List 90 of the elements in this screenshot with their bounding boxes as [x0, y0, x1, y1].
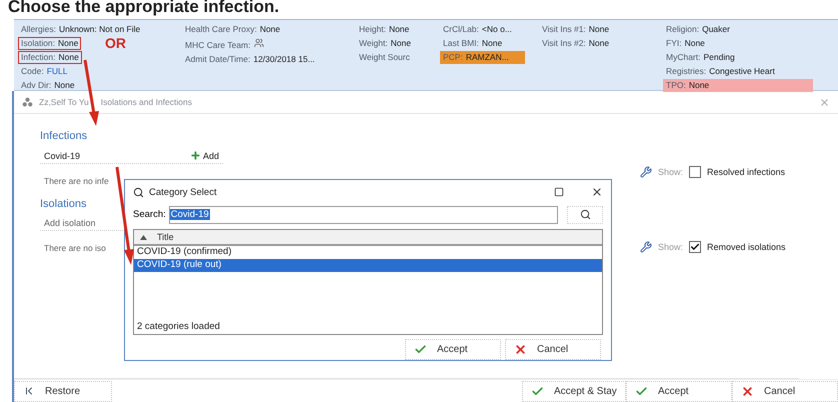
field-label: Admit Date/Time: — [185, 54, 250, 64]
input-field[interactable]: Add isolation — [44, 218, 144, 228]
section-heading: Infections — [40, 130, 88, 142]
field-label: FYI: — [666, 38, 682, 48]
field-value: RAMZAN... — [466, 52, 509, 62]
field-value: None — [588, 38, 610, 48]
field-label: MyChart: — [666, 52, 700, 62]
restore-button[interactable]: Restore — [14, 380, 112, 402]
field-label: CrCl/Lab: — [443, 24, 479, 34]
show-label: Show: — [658, 167, 684, 177]
close-button[interactable] — [591, 186, 603, 198]
checkbox[interactable] — [689, 241, 702, 253]
empty-message: There are no iso — [44, 243, 106, 253]
field-value: None — [58, 38, 78, 48]
field-label: Infection: — [21, 52, 56, 62]
field-label: Health Care Proxy: — [185, 24, 257, 34]
field-label: Registries: — [666, 66, 706, 76]
close-icon — [591, 186, 603, 198]
checkbox-label: Removed isolations — [707, 242, 786, 252]
field-value: 12/30/2018 15... — [253, 54, 315, 64]
field-value: None — [58, 52, 79, 62]
field-label: PCP: — [443, 52, 463, 62]
annotation-note: OR — [105, 35, 126, 51]
cross-icon — [514, 342, 527, 356]
field-label: TPO: — [666, 80, 686, 90]
footer-button[interactable]: Cancel — [732, 380, 838, 402]
dialog-title: Category Select — [149, 186, 217, 198]
caption: Choose the appropriate infection. — [7, 0, 280, 18]
field-value: None — [482, 38, 502, 48]
field-value: Unknown: Not on File — [58, 24, 140, 34]
field-value: None — [390, 38, 411, 48]
field-label: Isolation: — [21, 38, 56, 48]
plus-icon — [190, 150, 201, 161]
window-title: Zz,Self To Yu — [39, 97, 89, 107]
field-value: None — [684, 38, 705, 48]
field-value: <No o... — [482, 24, 512, 34]
column-header[interactable]: Title — [134, 230, 602, 246]
field-value: None — [54, 80, 75, 90]
column-title: Title — [157, 232, 174, 242]
list-row[interactable]: COVID-19 (rule out) — [134, 259, 602, 272]
search-icon — [133, 186, 144, 198]
field-value: Quaker — [702, 24, 730, 34]
field-label: Weight Sourc — [359, 52, 410, 62]
check-icon — [635, 384, 648, 398]
maximize-button[interactable] — [554, 187, 564, 198]
field-label: Visit Ins #2: — [542, 38, 586, 48]
field-value: None — [388, 24, 410, 34]
checkbox[interactable] — [689, 166, 702, 178]
field-value: Congestive Heart — [709, 66, 775, 76]
dialog-button[interactable]: Accept — [405, 338, 501, 360]
status-text: 2 categories loaded — [136, 320, 221, 334]
wrench-icon[interactable] — [640, 241, 652, 253]
wrench-icon[interactable] — [640, 166, 652, 178]
show-label: Show: — [658, 242, 684, 252]
field-value: None — [260, 24, 280, 34]
field-value: FULL — [46, 66, 68, 76]
input-field[interactable]: Covid-19 — [44, 150, 144, 160]
dialog-button[interactable]: Cancel — [505, 338, 601, 360]
check-icon — [690, 242, 700, 252]
field-label: Height: — [359, 24, 386, 34]
cross-icon — [741, 384, 754, 398]
check-icon — [414, 342, 427, 356]
team-icon — [254, 38, 264, 48]
search-icon — [580, 209, 590, 220]
search-button[interactable] — [567, 206, 603, 224]
field-value: Pending — [703, 52, 735, 62]
field-label: MHC Care Team: — [185, 40, 250, 50]
field-label: Adv Dir: — [21, 80, 52, 90]
field-value: None — [588, 24, 610, 34]
maximize-icon — [554, 187, 564, 198]
search-field[interactable]: Covid-19 — [168, 206, 558, 224]
field-label: Code: — [21, 66, 44, 76]
field-value: None — [688, 80, 710, 90]
empty-message: There are no infe — [44, 176, 109, 186]
field-label: Weight: — [359, 38, 388, 48]
field-label: Allergies: — [21, 24, 56, 34]
search-label: Search: — [133, 209, 166, 220]
add-button[interactable]: Add — [190, 150, 219, 161]
section-heading: Isolations — [40, 198, 88, 210]
field-label: Last BMI: — [443, 38, 479, 48]
sort-up-icon — [140, 234, 147, 240]
check-icon — [531, 384, 544, 398]
window-title: Isolations and Infections — [100, 97, 192, 107]
field-label: Visit Ins #1: — [542, 24, 586, 34]
checkbox-label: Resolved infections — [707, 167, 786, 177]
skip-back-icon — [23, 385, 35, 397]
field-label: Religion: — [666, 24, 700, 34]
footer-button[interactable]: Accept — [626, 380, 732, 402]
footer-button[interactable]: Accept & Stay — [522, 380, 626, 402]
hazard-icon — [22, 96, 33, 108]
